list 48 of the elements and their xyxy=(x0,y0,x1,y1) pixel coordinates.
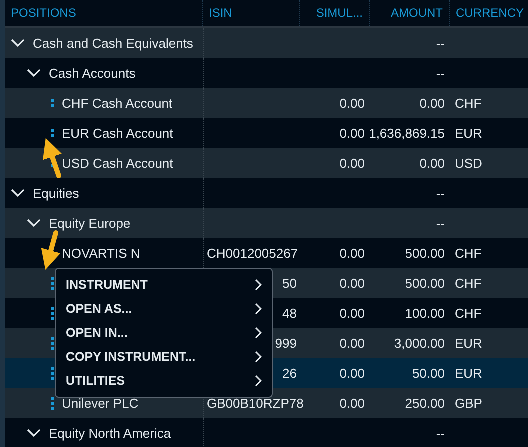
amount-value: -- xyxy=(436,66,445,80)
position-name: Equity Europe xyxy=(49,216,131,230)
isin-text: 999 xyxy=(275,336,297,350)
simulated-value: 0.00 xyxy=(340,126,365,140)
isin-text: GB00B10RZP78 xyxy=(207,396,304,410)
position-name: Cash and Cash Equivalents xyxy=(33,36,194,50)
amount-value: 3,000.00 xyxy=(394,336,445,350)
currency-text: USD xyxy=(455,156,482,170)
isin-text: CH0012005267 xyxy=(207,246,298,260)
simulated-value: 0.00 xyxy=(340,396,365,410)
position-name: EUR Cash Account xyxy=(62,126,174,140)
amount-value: -- xyxy=(436,186,445,200)
simulated-value: 0.00 xyxy=(340,366,365,380)
position-name: Equities xyxy=(33,186,80,200)
currency-text: EUR xyxy=(455,336,482,350)
currency-text: GBP xyxy=(455,396,482,410)
isin-text: 48 xyxy=(282,306,297,320)
position-name: CHF Cash Account xyxy=(62,96,173,110)
currency-text: CHF xyxy=(455,306,482,320)
position-name: NOVARTIS N xyxy=(62,246,140,260)
amount-value: -- xyxy=(436,426,445,440)
amount-value: -- xyxy=(436,36,445,50)
simulated-value: 0.00 xyxy=(340,306,365,320)
amount-value: 100.00 xyxy=(405,306,445,320)
simulated-value: 0.00 xyxy=(340,96,365,110)
currency-text: CHF xyxy=(455,276,482,290)
amount-value: -- xyxy=(436,216,445,230)
isin-text: 26 xyxy=(282,366,297,380)
amount-value: 0.00 xyxy=(420,96,445,110)
amount-value: 1,636,869.15 xyxy=(369,126,445,140)
position-name: Equity North America xyxy=(49,426,172,440)
currency-text: CHF xyxy=(455,246,482,260)
simulated-value: 0.00 xyxy=(340,246,365,260)
position-name: Cash Accounts xyxy=(49,66,136,80)
amount-value: 250.00 xyxy=(405,396,445,410)
simulated-value: 0.00 xyxy=(340,336,365,350)
position-name: USD Cash Account xyxy=(62,156,174,170)
isin-text: 50 xyxy=(282,276,297,290)
currency-text: CHF xyxy=(455,96,482,110)
amount-value: 50.00 xyxy=(412,366,445,380)
currency-text: EUR xyxy=(455,126,482,140)
amount-value: 0.00 xyxy=(420,156,445,170)
simulated-value: 0.00 xyxy=(340,156,365,170)
position-name: Unilever PLC xyxy=(62,396,139,410)
currency-text: EUR xyxy=(455,366,482,380)
amount-value: 500.00 xyxy=(405,276,445,290)
amount-value: 500.00 xyxy=(405,246,445,260)
simulated-value: 0.00 xyxy=(340,276,365,290)
